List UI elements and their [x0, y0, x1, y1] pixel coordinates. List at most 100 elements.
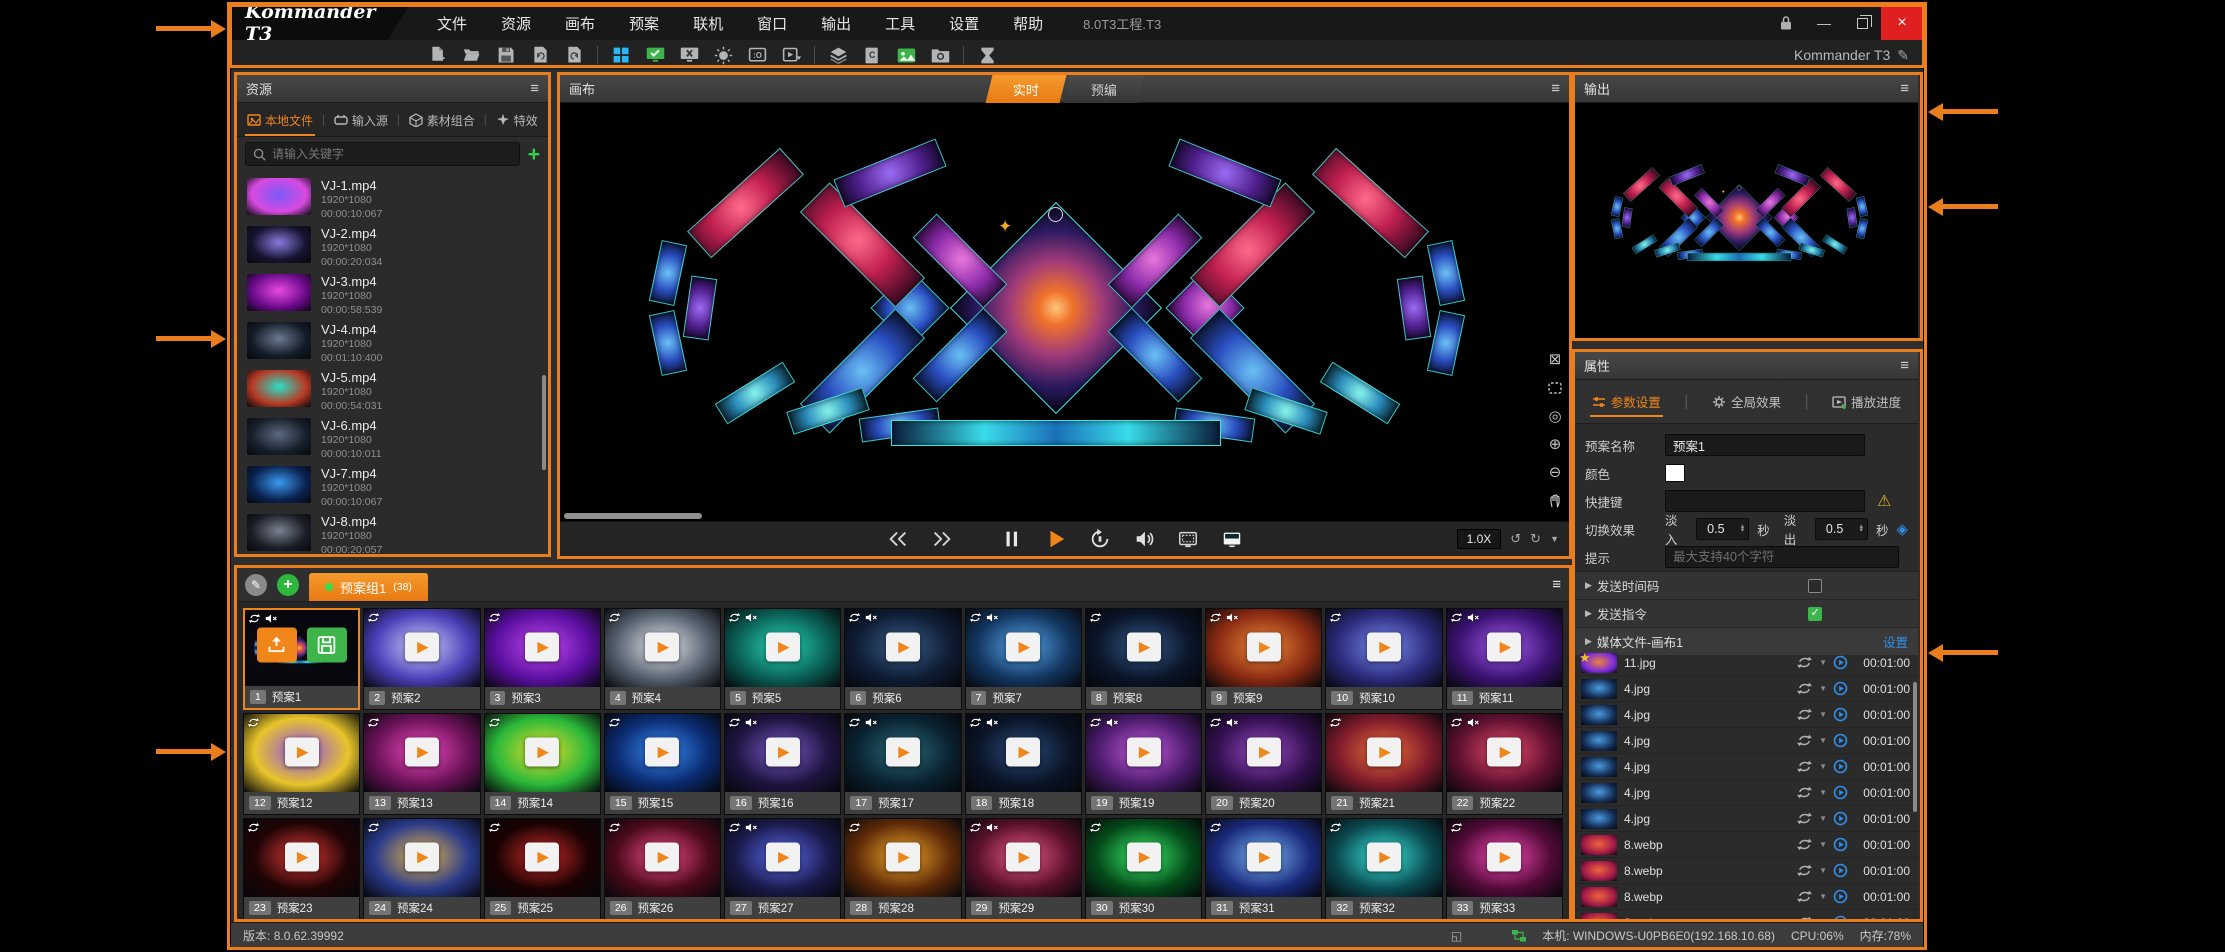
media-row[interactable]: 4.jpg ▼ 00:01:00 — [1575, 728, 1918, 754]
canvas-tab-1[interactable]: 预编 — [1063, 75, 1144, 103]
loop-mode-icon[interactable] — [1796, 682, 1813, 695]
loop-mode-icon[interactable] — [1796, 838, 1813, 851]
resource-file-row[interactable]: VJ-2.mp4 1920*1080 00:00:20:034 — [247, 226, 548, 274]
selection-handle-icon[interactable] — [1048, 207, 1063, 222]
media-row[interactable]: 4.jpg ▼ 00:01:00 — [1575, 806, 1918, 832]
preset-name-input[interactable] — [1665, 434, 1865, 456]
canvas-layer[interactable] — [1189, 182, 1314, 307]
output-folder-icon[interactable] — [923, 42, 957, 68]
tile-play-button[interactable]: ▶ — [1487, 633, 1521, 662]
screen-capture-button[interactable] — [1177, 528, 1199, 550]
preset-tile[interactable]: ▶16 预案16 — [724, 713, 841, 815]
replay-button[interactable] — [1089, 528, 1111, 550]
canvas-layer[interactable] — [1427, 310, 1465, 376]
menu-item-7[interactable]: 工具 — [885, 13, 915, 34]
preset-tile[interactable]: ▶33 预案33 — [1446, 818, 1563, 920]
preset-tile[interactable]: ▶15 预案15 — [604, 713, 721, 815]
loop-dropdown-caret[interactable]: ▼ — [1819, 684, 1827, 693]
menu-item-6[interactable]: 输出 — [821, 13, 851, 34]
preset-tile[interactable]: ▶20 预案20 — [1205, 713, 1322, 815]
add-resource-button[interactable]: + — [528, 144, 540, 165]
properties-tab-0[interactable]: 参数设置 — [1590, 380, 1663, 423]
monitor-preview-button[interactable] — [1221, 528, 1243, 550]
resource-file-row[interactable]: VJ-1.mp4 1920*1080 00:00:10:067 — [247, 178, 548, 226]
media-row[interactable]: 8.webp ▼ 00:01:00 — [1575, 858, 1918, 884]
loop-dropdown-caret[interactable]: ▼ — [1819, 892, 1827, 901]
zoom-in-icon[interactable]: ⊕ — [1549, 437, 1562, 452]
loop-dropdown-caret[interactable]: ▼ — [1819, 840, 1827, 849]
subtitle-icon[interactable]: C — [855, 42, 889, 68]
preset-tile[interactable]: ▶22 预案22 — [1446, 713, 1563, 815]
upload-preset-button[interactable] — [257, 628, 297, 663]
tile-play-button[interactable]: ▶ — [886, 633, 920, 662]
loop-dropdown-caret[interactable]: ▼ — [1819, 762, 1827, 771]
tile-play-button[interactable]: ▶ — [1006, 738, 1040, 767]
preview-play-icon[interactable] — [774, 42, 808, 68]
preset-tile[interactable]: ▶7 预案7 — [965, 608, 1082, 710]
duration-clock-icon[interactable] — [1833, 733, 1848, 748]
canvas-tab-0[interactable]: 实时 — [985, 75, 1066, 103]
preset-tile[interactable]: ✦1 预案1 — [243, 608, 360, 710]
loop-mode-icon[interactable] — [1796, 708, 1813, 721]
duration-clock-icon[interactable] — [1833, 681, 1848, 696]
pause-button[interactable] — [1001, 528, 1023, 550]
loop-mode-icon[interactable] — [1796, 734, 1813, 747]
save-preset-button[interactable] — [307, 628, 347, 663]
search-input[interactable] — [272, 147, 512, 161]
tile-play-button[interactable]: ▶ — [886, 738, 920, 767]
screen-off-icon[interactable] — [672, 42, 706, 68]
save-icon[interactable] — [489, 42, 523, 68]
preset-tile[interactable]: ▶24 预案24 — [363, 818, 480, 920]
preset-tile[interactable]: ▶11 预案11 — [1446, 608, 1563, 710]
preset-tile[interactable]: ▶28 预案28 — [844, 818, 961, 920]
tile-play-button[interactable]: ▶ — [1247, 633, 1281, 662]
edit-group-button[interactable]: ✎ — [245, 574, 267, 596]
preset-tile[interactable]: ▶26 预案26 — [604, 818, 721, 920]
media-row[interactable]: 8.webp ▼ 00:01:00 — [1575, 884, 1918, 910]
media-row[interactable]: 4.jpg ▼ 00:01:00 — [1575, 676, 1918, 702]
step-backward-button[interactable] — [887, 528, 909, 550]
duration-clock-icon[interactable] — [1833, 915, 1848, 922]
edit-pencil-icon[interactable]: ✎ — [1897, 47, 1909, 64]
loop-mode-icon[interactable] — [1796, 812, 1813, 825]
brightness-icon[interactable] — [706, 42, 740, 68]
media-settings-link[interactable]: 设置 — [1883, 632, 1908, 651]
media-row[interactable]: 8.webp ▼ 00:01:00 — [1575, 910, 1918, 922]
preset-tile[interactable]: ▶14 预案14 — [484, 713, 601, 815]
menu-item-8[interactable]: 设置 — [949, 13, 979, 34]
media-row[interactable]: ★ 11.jpg ▼ 00:01:00 — [1575, 650, 1918, 676]
duration-clock-icon[interactable] — [1833, 759, 1848, 774]
preset-group-tab[interactable]: 预案组1 (38) — [309, 573, 428, 601]
duration-clock-icon[interactable] — [1833, 811, 1848, 826]
screen-grid-icon[interactable] — [604, 42, 638, 68]
resources-tab-0[interactable]: 本地文件 — [245, 104, 315, 136]
tile-play-button[interactable]: ▶ — [1487, 738, 1521, 767]
hotkey-input[interactable] — [1665, 490, 1865, 512]
tile-play-button[interactable]: ▶ — [1367, 738, 1401, 767]
tile-play-button[interactable]: ▶ — [525, 633, 559, 662]
preset-tile[interactable]: ▶9 预案9 — [1205, 608, 1322, 710]
canvas-layer[interactable] — [891, 420, 1221, 446]
resource-file-row[interactable]: VJ-4.mp4 1920*1080 00:01:10:400 — [247, 322, 548, 370]
media-row[interactable]: 4.jpg ▼ 00:01:00 — [1575, 754, 1918, 780]
menu-item-3[interactable]: 预案 — [629, 13, 659, 34]
close-button[interactable]: × — [1881, 6, 1923, 40]
tile-play-button[interactable]: ▶ — [1367, 843, 1401, 872]
preset-tile[interactable]: ▶2 预案2 — [363, 608, 480, 710]
fit-screen-icon[interactable]: ⊠ — [1549, 352, 1562, 367]
tile-play-button[interactable]: ▶ — [285, 738, 319, 767]
canvas-layer[interactable] — [1397, 275, 1431, 340]
media-row[interactable]: 4.jpg ▼ 00:01:00 — [1575, 702, 1918, 728]
duration-clock-icon[interactable] — [1833, 889, 1848, 904]
center-target-icon[interactable]: ◎ — [1548, 409, 1561, 424]
preset-tile[interactable]: ▶25 预案25 — [484, 818, 601, 920]
rotate-right-icon[interactable]: ↻ — [1530, 531, 1541, 547]
tile-play-button[interactable]: ▶ — [1367, 633, 1401, 662]
toggle-checkbox[interactable] — [1808, 607, 1822, 621]
loop-mode-icon[interactable] — [1796, 890, 1813, 903]
canvas-layer[interactable] — [683, 275, 717, 340]
loop-dropdown-caret[interactable]: ▼ — [1819, 866, 1827, 875]
resource-file-row[interactable]: VJ-3.mp4 1920*1080 00:00:58:539 — [247, 274, 548, 322]
loop-dropdown-caret[interactable]: ▼ — [1819, 658, 1827, 667]
tile-play-button[interactable]: ▶ — [766, 633, 800, 662]
